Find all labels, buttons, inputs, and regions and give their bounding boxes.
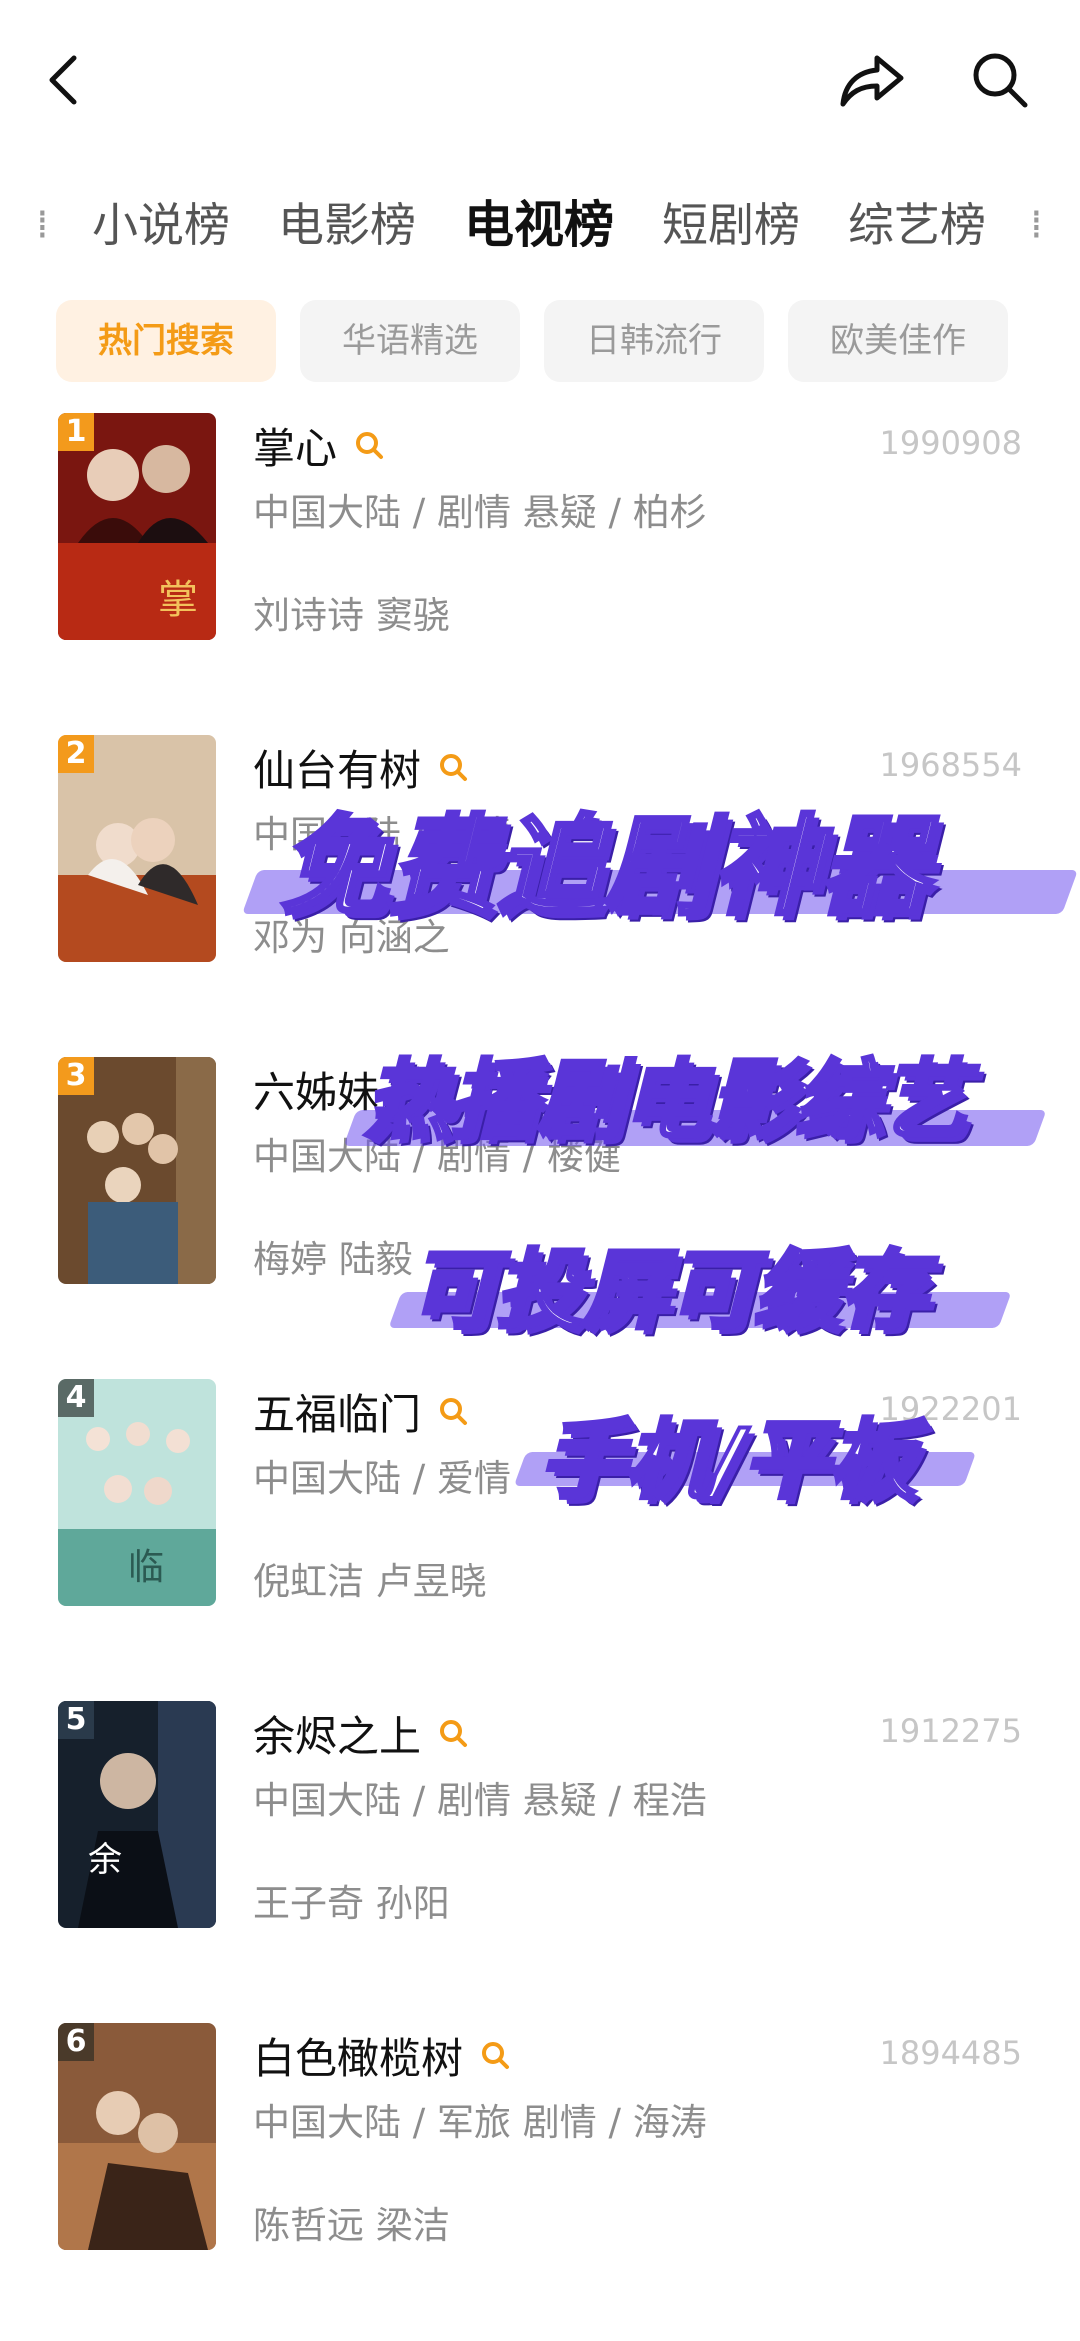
hot-score: 1912275 — [879, 1712, 1022, 1750]
item-title[interactable]: 掌心 — [253, 415, 337, 476]
rank-badge: 4 — [58, 1379, 94, 1417]
share-button[interactable] — [832, 40, 912, 120]
list-item[interactable]: 6 白色橄榄树 1894485 中国大陆 / 军旅 剧情 / 海涛 陈哲远 梁洁 — [0, 2020, 1080, 2255]
svg-text:余: 余 — [88, 1840, 122, 1880]
hot-score: 1990908 — [879, 424, 1022, 462]
item-title[interactable]: 仙台有树 — [253, 737, 421, 798]
item-title[interactable]: 白色橄榄树 — [253, 2025, 463, 2086]
hot-score: 1968554 — [879, 746, 1022, 784]
item-meta: 中国大陆 / 剧情 悬疑 / 柏杉 — [253, 491, 707, 534]
poster: 余 5 — [58, 1701, 216, 1928]
chip-western-picks[interactable]: 欧美佳作 — [788, 300, 1008, 382]
top-bar — [0, 0, 1080, 170]
item-title[interactable]: 六姊妹 — [253, 1059, 379, 1120]
title-line: 白色橄榄树 — [253, 2025, 511, 2085]
item-title[interactable]: 五福临门 — [253, 1381, 421, 1442]
item-meta: 中国大陆 / 剧情 / 楼健 — [253, 1135, 621, 1178]
title-line: 五福临门 — [253, 1381, 469, 1441]
list-item[interactable]: 余 5 余烬之上 1912275 中国大陆 / 剧情 悬疑 / 程浩 王子奇 孙… — [0, 1698, 1080, 1933]
chip-hot-search[interactable]: 热门搜索 — [56, 300, 276, 382]
tab-tv[interactable]: 电视榜 — [464, 180, 614, 270]
svg-text:临: 临 — [128, 1547, 164, 1588]
title-line: 余烬之上 — [253, 1703, 469, 1763]
svg-text:掌: 掌 — [158, 577, 198, 623]
tab-novel[interactable]: 小说榜 — [92, 180, 230, 270]
search-button[interactable] — [960, 40, 1040, 120]
poster: 临 4 — [58, 1379, 216, 1606]
tab-movie[interactable]: 电影榜 — [278, 180, 416, 270]
search-icon[interactable] — [479, 2039, 511, 2071]
title-line: 六姊妹 — [253, 1059, 379, 1119]
share-icon — [840, 55, 904, 107]
tab-edge-left: ⁞ — [36, 202, 49, 248]
poster: 2 — [58, 735, 216, 962]
item-cast: 邓为 向涵之 — [253, 916, 450, 959]
poster: 3 — [58, 1057, 216, 1284]
rank-badge: 3 — [58, 1057, 94, 1095]
list-item[interactable]: 掌 1 掌心 1990908 中国大陆 / 剧情 悬疑 / 柏杉 刘诗诗 窦骁 — [0, 410, 1080, 645]
item-cast: 刘诗诗 窦骁 — [253, 594, 450, 637]
item-meta: 中国大陆 / 爱情 — [253, 1457, 511, 1500]
list-item[interactable]: 3 六姊妹 中国大陆 / 剧情 / 楼健 梅婷 陆毅 — [0, 1054, 1080, 1289]
tab-edge-right: ⁞ — [1030, 202, 1043, 248]
promo-bar — [388, 1292, 1012, 1328]
back-button[interactable] — [24, 40, 104, 120]
item-meta: 中国大陆 / 剧情 悬疑 / 程浩 — [253, 1779, 707, 1822]
item-meta: 中国大陆 / 剧情 — [253, 813, 511, 856]
poster: 掌 1 — [58, 413, 216, 640]
search-icon[interactable] — [437, 1717, 469, 1749]
rank-badge: 6 — [58, 2023, 94, 2061]
item-meta: 中国大陆 / 军旅 剧情 / 海涛 — [253, 2101, 707, 2144]
hot-score: 1894485 — [879, 2034, 1022, 2072]
list-item[interactable]: 临 4 五福临门 1922201 中国大陆 / 爱情 倪虹洁 卢昱晓 — [0, 1376, 1080, 1611]
list-item[interactable]: 2 仙台有树 1968554 中国大陆 / 剧情 邓为 向涵之 — [0, 732, 1080, 967]
poster: 6 — [58, 2023, 216, 2250]
search-icon — [973, 53, 1028, 108]
search-icon[interactable] — [437, 751, 469, 783]
tab-variety[interactable]: 综艺榜 — [848, 180, 986, 270]
search-icon[interactable] — [353, 429, 385, 461]
title-line: 掌心 — [253, 415, 385, 475]
rank-badge: 1 — [58, 413, 94, 451]
rank-badge: 2 — [58, 735, 94, 773]
tab-short-drama[interactable]: 短剧榜 — [662, 180, 800, 270]
item-cast: 倪虹洁 卢昱晓 — [253, 1560, 487, 1603]
item-cast: 王子奇 孙阳 — [253, 1882, 450, 1925]
item-cast: 梅婷 陆毅 — [253, 1238, 413, 1281]
hot-score: 1922201 — [879, 1390, 1022, 1428]
title-line: 仙台有树 — [253, 737, 469, 797]
chevron-left-icon — [49, 55, 77, 105]
search-icon[interactable] — [437, 1395, 469, 1427]
filter-chips: 热门搜索 华语精选 日韩流行 欧美佳作 — [0, 300, 1080, 382]
ranking-tabs: ⁞ 小说榜 电影榜 电视榜 短剧榜 综艺榜 ⁞ — [0, 180, 1080, 270]
chip-chinese-picks[interactable]: 华语精选 — [300, 300, 520, 382]
rank-badge: 5 — [58, 1701, 94, 1739]
chip-jk-popular[interactable]: 日韩流行 — [544, 300, 764, 382]
item-title[interactable]: 余烬之上 — [253, 1703, 421, 1764]
item-cast: 陈哲远 梁洁 — [253, 2204, 450, 2247]
